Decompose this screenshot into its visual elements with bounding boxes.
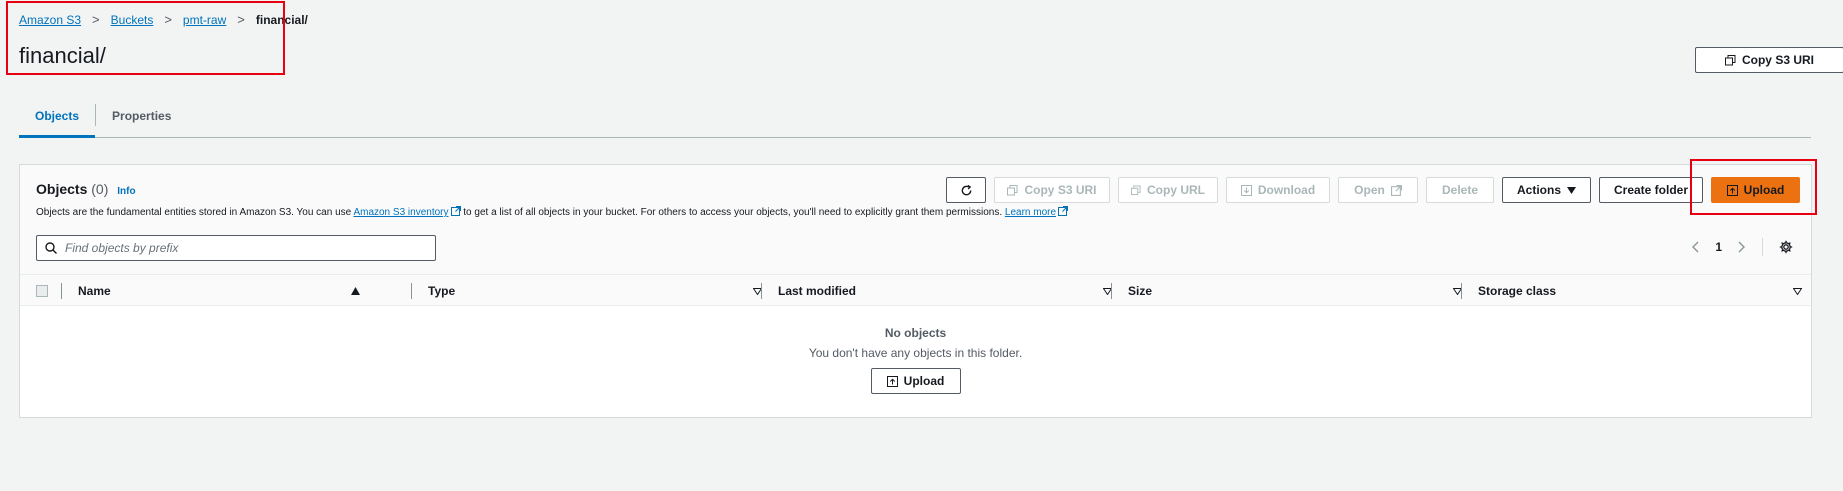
objects-title: Objects bbox=[36, 181, 88, 197]
download-button[interactable]: Download bbox=[1226, 177, 1330, 203]
inventory-link-label: Amazon S3 inventory bbox=[353, 207, 449, 218]
tab-properties[interactable]: Properties bbox=[96, 100, 187, 138]
objects-description: Objects are the fundamental entities sto… bbox=[36, 206, 1069, 218]
annotation-highlight-box bbox=[6, 1, 285, 75]
column-separator bbox=[1111, 283, 1112, 299]
info-link[interactable]: Info bbox=[117, 186, 135, 197]
sort-caret-icon bbox=[1793, 287, 1802, 295]
caret-down-icon bbox=[1567, 186, 1576, 194]
delete-label: Delete bbox=[1441, 183, 1479, 197]
chevron-right-icon[interactable] bbox=[1738, 241, 1746, 253]
copy-s3-uri-button[interactable]: Copy S3 URI bbox=[1695, 47, 1843, 73]
tab-bar: Objects Properties bbox=[19, 100, 1811, 138]
sort-ascending-icon bbox=[351, 287, 360, 295]
pager-divider bbox=[1762, 238, 1763, 256]
objects-panel-title: Objects (0) Info bbox=[36, 181, 136, 197]
learn-more-link[interactable]: Learn more bbox=[1004, 206, 1069, 218]
column-separator bbox=[1461, 283, 1462, 299]
table-header: Name Type Last modified Size Storage cla… bbox=[20, 274, 1811, 306]
empty-state-upload-label: Upload bbox=[903, 374, 945, 388]
copy-url-label: Copy URL bbox=[1147, 183, 1205, 197]
objects-toolbar: Copy S3 URI Copy URL Download Open Delet… bbox=[946, 177, 1800, 203]
copy-icon bbox=[1131, 185, 1141, 195]
column-last-modified-label: Last modified bbox=[778, 284, 857, 298]
description-text: Objects are the fundamental entities sto… bbox=[36, 207, 352, 218]
external-link-icon bbox=[1390, 184, 1402, 196]
gear-icon[interactable] bbox=[1779, 240, 1793, 254]
empty-state-upload-button[interactable]: Upload bbox=[870, 368, 961, 394]
tab-objects[interactable]: Objects bbox=[19, 100, 96, 138]
pagination: 1 bbox=[1691, 238, 1793, 256]
upload-icon bbox=[886, 375, 898, 387]
search-input[interactable] bbox=[63, 240, 423, 256]
search-icon bbox=[45, 242, 57, 254]
copy-icon bbox=[1724, 54, 1736, 66]
actions-dropdown[interactable]: Actions bbox=[1502, 177, 1591, 203]
empty-state: No objects You don't have any objects in… bbox=[20, 326, 1811, 394]
download-icon bbox=[1240, 184, 1252, 196]
column-header-size[interactable]: Size bbox=[1128, 275, 1466, 307]
empty-state-description: You don't have any objects in this folde… bbox=[808, 346, 1023, 360]
column-separator bbox=[761, 283, 762, 299]
column-storage-class-label: Storage class bbox=[1478, 284, 1557, 298]
actions-label: Actions bbox=[1516, 183, 1561, 197]
select-all-checkbox[interactable] bbox=[36, 285, 48, 297]
create-folder-button[interactable]: Create folder bbox=[1599, 177, 1703, 203]
copy-s3-uri-toolbar-label: Copy S3 URI bbox=[1024, 183, 1097, 197]
page-number[interactable]: 1 bbox=[1715, 240, 1722, 254]
delete-button[interactable]: Delete bbox=[1426, 177, 1494, 203]
column-separator bbox=[411, 283, 412, 299]
inventory-link[interactable]: Amazon S3 inventory bbox=[353, 206, 461, 218]
chevron-left-icon[interactable] bbox=[1691, 241, 1699, 253]
open-label: Open bbox=[1354, 183, 1385, 197]
column-separator bbox=[61, 283, 62, 299]
column-name-label: Name bbox=[78, 284, 111, 298]
objects-panel: Objects (0) Info Objects are the fundame… bbox=[19, 164, 1812, 418]
copy-s3-uri-label: Copy S3 URI bbox=[1741, 53, 1814, 67]
refresh-icon bbox=[961, 184, 971, 195]
learn-more-label: Learn more bbox=[1004, 207, 1057, 218]
copy-s3-uri-toolbar-button[interactable]: Copy S3 URI bbox=[994, 177, 1110, 203]
open-button[interactable]: Open bbox=[1338, 177, 1418, 203]
column-header-storage-class[interactable]: Storage class bbox=[1478, 275, 1816, 307]
external-link-icon bbox=[1058, 206, 1069, 216]
column-header-type[interactable]: Type bbox=[428, 275, 766, 307]
column-size-label: Size bbox=[1128, 284, 1153, 298]
objects-count: (0) bbox=[91, 181, 109, 197]
annotation-highlight-box bbox=[1690, 159, 1817, 215]
column-type-label: Type bbox=[428, 284, 456, 298]
column-header-last-modified[interactable]: Last modified bbox=[778, 275, 1116, 307]
external-link-icon bbox=[450, 206, 461, 216]
column-header-name[interactable]: Name bbox=[78, 275, 368, 307]
create-folder-label: Create folder bbox=[1613, 183, 1689, 197]
download-label: Download bbox=[1257, 183, 1316, 197]
empty-state-title: No objects bbox=[884, 326, 947, 340]
copy-url-button[interactable]: Copy URL bbox=[1118, 177, 1218, 203]
copy-icon bbox=[1007, 184, 1018, 195]
refresh-button[interactable] bbox=[946, 177, 986, 203]
search-box bbox=[36, 235, 436, 261]
description-text-2: to get a list of all objects in your buc… bbox=[463, 207, 1003, 218]
